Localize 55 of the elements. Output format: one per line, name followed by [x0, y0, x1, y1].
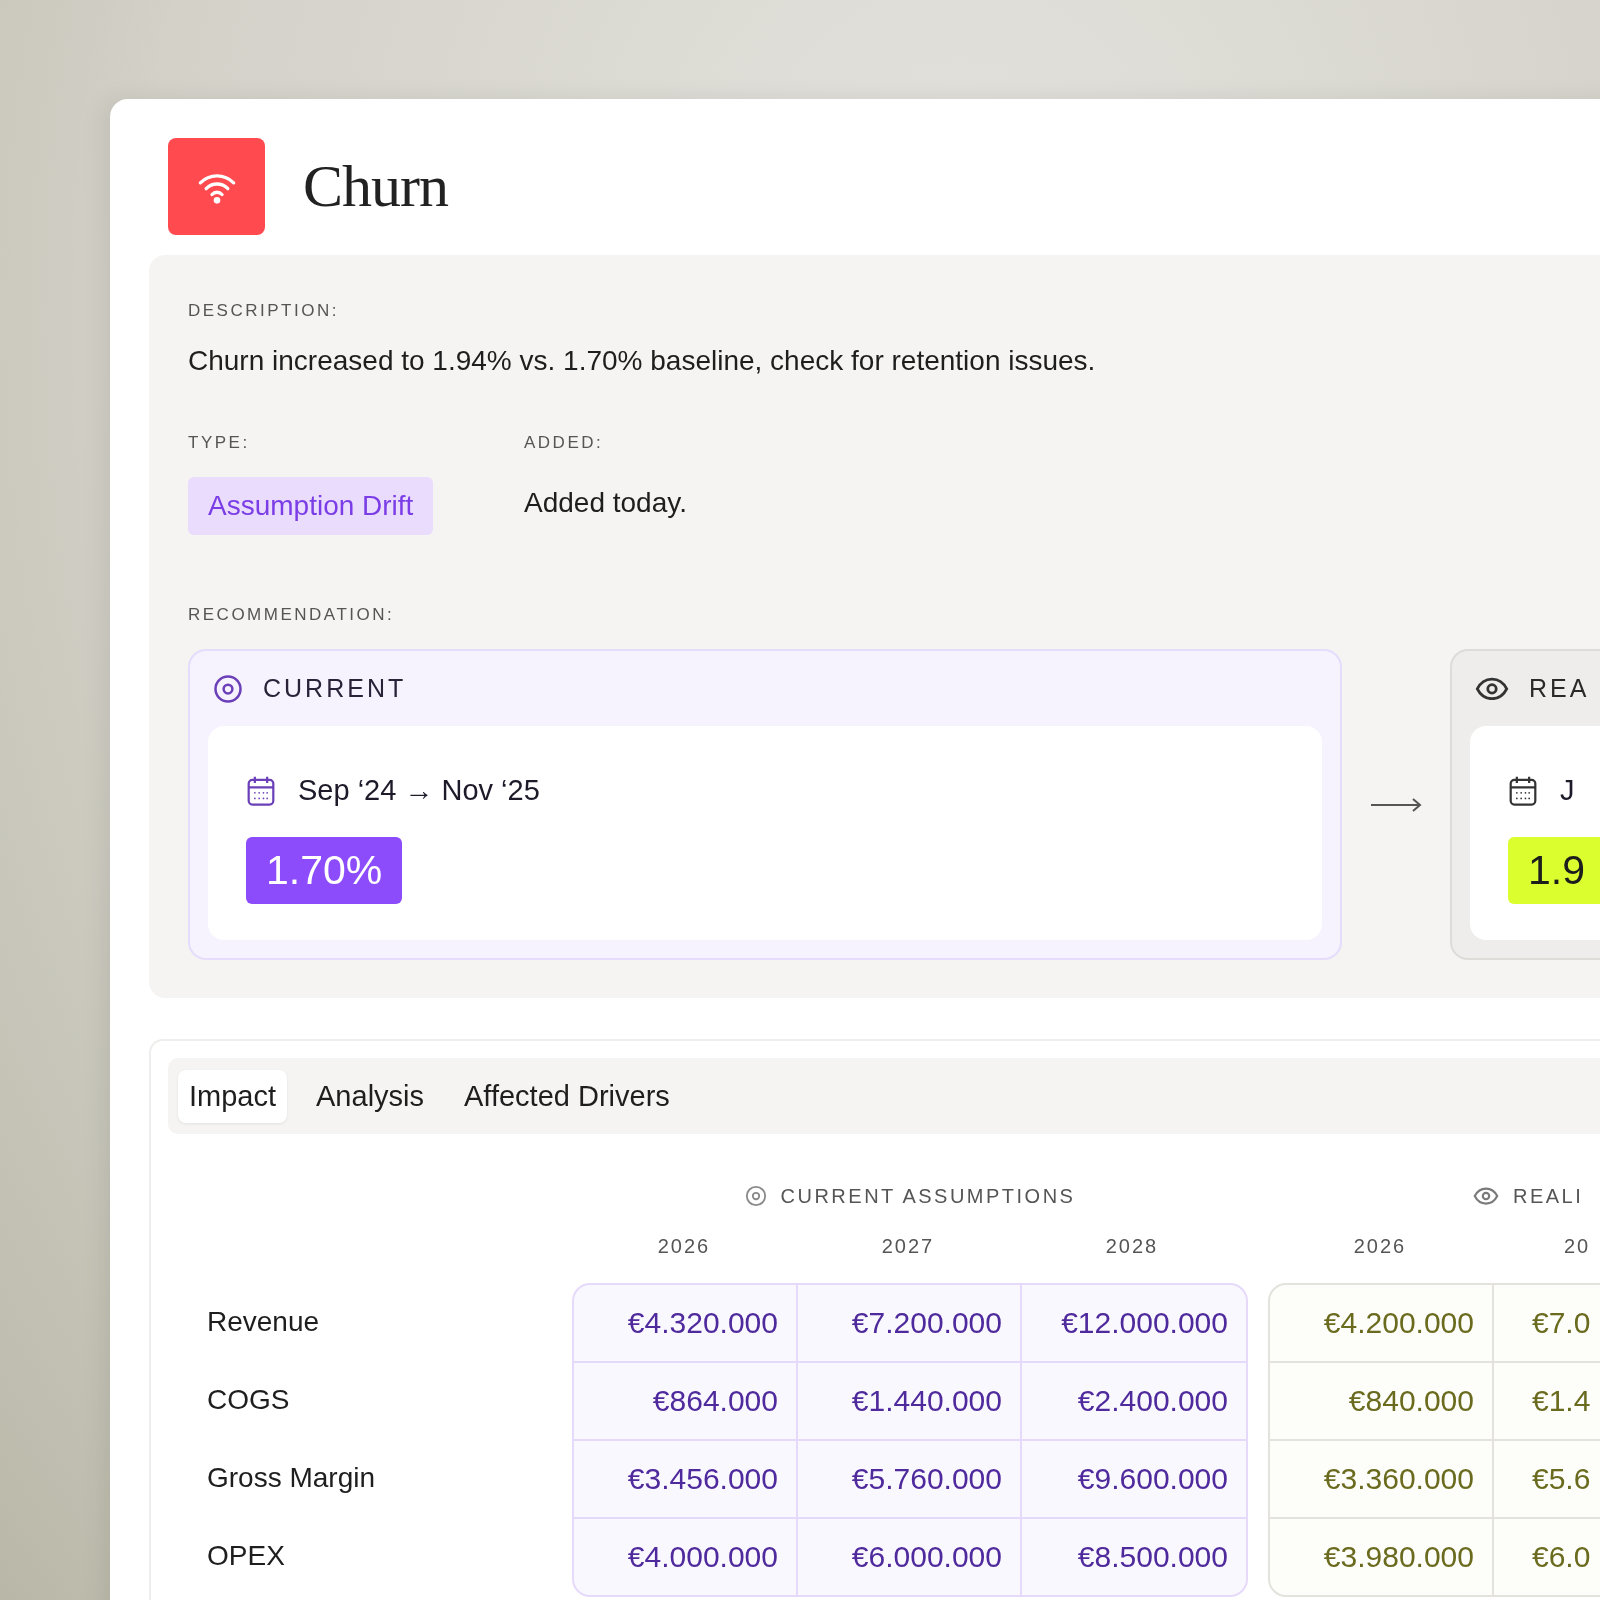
added-text: Added today.	[524, 486, 688, 519]
period-text: J	[1560, 774, 1575, 807]
table-cell-text: €8.500.000	[1076, 1539, 1229, 1575]
table-cell: €4.000.000	[574, 1519, 798, 1595]
table-cell: €840.000	[1270, 1363, 1494, 1439]
type-tag: Assumption Drift	[188, 477, 434, 535]
year-header: 2028	[1104, 1235, 1160, 1258]
table-cell: €1.440.000	[798, 1363, 1022, 1439]
tab[interactable]: Impact	[178, 1069, 288, 1123]
added-label: ADDED:	[524, 433, 605, 453]
table-cell: €6.0	[1494, 1519, 1600, 1595]
tab[interactable]: Affected Drivers	[453, 1069, 681, 1123]
scenario-title: REA	[1529, 674, 1590, 703]
arrow-icon	[1370, 796, 1422, 813]
row-label: Revenue	[207, 1305, 321, 1339]
year-header: 2027	[880, 1235, 936, 1258]
table-cell: €3.980.000	[1270, 1519, 1494, 1595]
year-header: 20	[1563, 1235, 1592, 1258]
table-cell: €4.200.000	[1270, 1285, 1494, 1361]
table-cell-text: €12.000.000	[1060, 1305, 1229, 1341]
page-title: Churn	[303, 152, 448, 221]
tab[interactable]: Analysis	[305, 1069, 436, 1123]
description-text: Churn increased to 1.94% vs. 1.70% baseline, check for retention issues.	[188, 345, 1097, 377]
value-tag: 1.70%	[246, 837, 403, 904]
scenario-title: CURRENT	[263, 674, 407, 703]
table-cell: €5.760.000	[798, 1441, 1022, 1517]
table-cell: €5.6	[1494, 1441, 1600, 1517]
eye-icon	[1475, 676, 1509, 701]
calendar-icon	[246, 774, 276, 807]
table-cell: €6.000.000	[798, 1519, 1022, 1595]
value-tag: 1.9	[1508, 837, 1600, 904]
row-label: OPEX	[207, 1539, 286, 1573]
calendar-icon	[1508, 774, 1538, 807]
group-title: CURRENT ASSUMPTIONS	[780, 1184, 1076, 1208]
table-cell-text: €2.400.000	[1076, 1383, 1229, 1419]
target-icon	[744, 1185, 767, 1207]
table-cell: €7.200.000	[798, 1285, 1022, 1361]
table-cell: €1.4	[1494, 1363, 1600, 1439]
target-icon	[213, 673, 243, 704]
table-cell: €3.456.000	[574, 1441, 798, 1517]
year-header: 2026	[656, 1235, 712, 1258]
row-label: Gross Margin	[207, 1461, 377, 1495]
description-label: DESCRIPTION:	[188, 301, 340, 321]
recommendation-label: RECOMMENDATION:	[188, 605, 396, 625]
year-header: 2026	[1352, 1235, 1408, 1258]
type-label: TYPE:	[188, 433, 251, 453]
table-cell: €864.000	[574, 1363, 798, 1439]
group-title: REALI	[1513, 1184, 1584, 1208]
table-cell: €4.320.000	[574, 1285, 798, 1361]
row-label: COGS	[207, 1383, 291, 1417]
eye-icon	[1473, 1186, 1499, 1206]
table-cell: €7.0	[1494, 1285, 1600, 1361]
table-cell: €3.360.000	[1270, 1441, 1494, 1517]
period-text: Sep ‘24 → Nov ‘25	[298, 774, 540, 807]
table-cell-text: €9.600.000	[1076, 1461, 1229, 1497]
